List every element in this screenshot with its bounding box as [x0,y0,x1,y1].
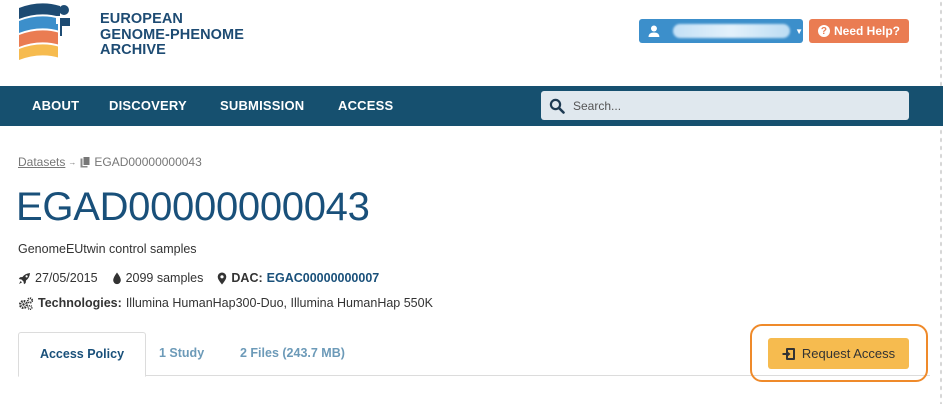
search-icon [549,98,565,114]
technologies-value: Illumina HumanHap300-Duo, Illumina Human… [125,296,433,310]
nav-item-access[interactable]: ACCESS [338,86,393,126]
breadcrumb: Datasets → EGAD00000000043 [18,155,202,169]
chevron-down-icon: ▼ [795,26,803,36]
nav-item-submission[interactable]: SUBMISSION [220,86,304,126]
cogs-icon [19,296,34,310]
ega-logo-mark [19,3,72,64]
tab-access-policy[interactable]: Access Policy [18,332,146,377]
sample-count: 2099 samples [112,271,204,285]
page-edge [939,0,943,404]
rocket-icon [18,272,30,284]
logo-line-3: ARCHIVE [100,42,166,58]
sample-count-text: 2099 samples [125,271,204,285]
technologies: Technologies: Illumina HumanHap300-Duo, … [18,296,433,310]
dac-label: DAC: [231,271,263,285]
tab-study[interactable]: 1 Study [159,332,204,375]
logo-line-2: GENOME-PHENOME [100,26,244,43]
breadcrumb-arrow-icon: → [68,157,77,167]
nav-item-about[interactable]: ABOUT [32,86,79,126]
dataset-title: EGAD00000000043 [16,185,370,229]
ega-logo-text: EUROPEAN GENOME-PHENOME ARCHIVE [100,11,244,59]
request-access-label: Request Access [801,346,896,361]
sign-in-icon [782,347,795,360]
logo-line-1: EUROPEAN [100,11,183,27]
breadcrumb-datasets-link[interactable]: Datasets [18,155,65,169]
dataset-description: GenomeEUtwin control samples [18,242,197,256]
dac-link[interactable]: EGAC00000000007 [267,271,380,285]
tab-files[interactable]: 2 Files (243.7 MB) [240,332,345,375]
nav-item-discovery[interactable]: DISCOVERY [109,86,187,126]
user-menu-button[interactable]: ▼ [639,19,803,43]
request-access-button[interactable]: Request Access [768,338,909,369]
search-input[interactable] [571,97,895,114]
ega-logo[interactable]: EUROPEAN GENOME-PHENOME ARCHIVE [16,2,266,64]
release-date-text: 27/05/2015 [35,271,98,285]
droplet-icon [112,272,121,284]
need-help-button[interactable]: ? Need Help? [809,19,909,43]
redacted-username [672,24,791,38]
dac-info: DAC: EGAC00000000007 [217,271,379,285]
need-help-label: Need Help? [833,24,900,38]
dataset-meta: 27/05/2015 2099 samples DAC: EGAC0000000… [18,271,393,285]
search-box[interactable] [541,91,909,120]
user-icon [648,25,660,37]
technologies-label: Technologies: [38,296,122,310]
copy-icon [80,156,91,168]
release-date: 27/05/2015 [18,271,98,285]
map-marker-icon [218,272,227,284]
breadcrumb-current: EGAD00000000043 [94,155,202,169]
question-circle-icon: ? [817,25,830,37]
